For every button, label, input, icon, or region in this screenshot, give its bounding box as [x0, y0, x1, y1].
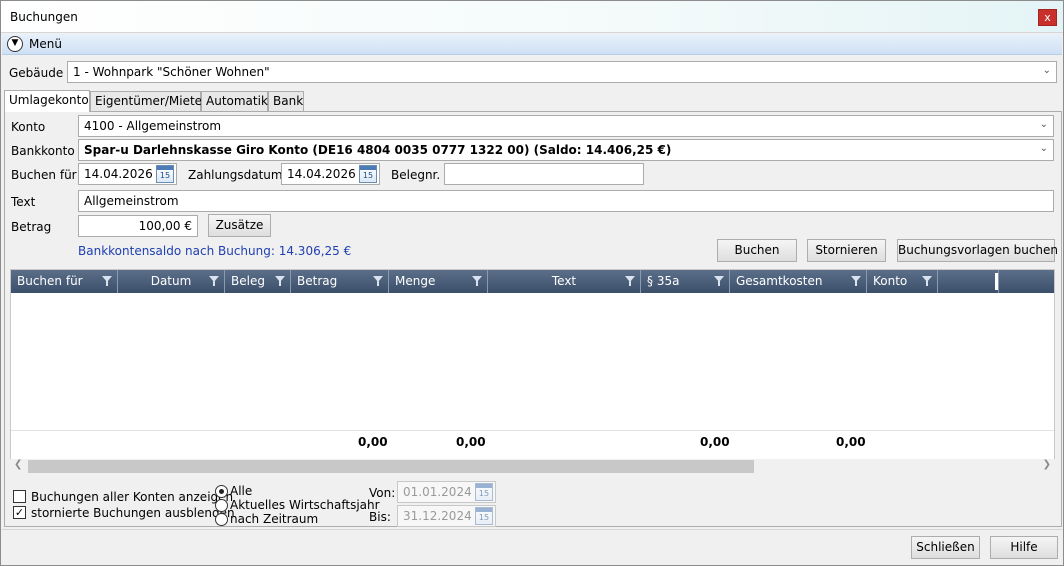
chevron-down-icon: ⌄ — [1039, 143, 1048, 154]
calendar-icon[interactable]: 15 — [156, 165, 174, 183]
title-bar: Buchungen x — [1, 1, 1063, 33]
tab-automatik[interactable]: Automatik — [201, 91, 268, 111]
radio-wirtschaftsjahr-label: Aktuelles Wirtschaftsjahr — [230, 498, 380, 512]
konto-select[interactable]: 4100 - Allgemeinstrom ⌄ — [78, 115, 1054, 137]
close-button[interactable]: x — [1038, 9, 1057, 26]
chevron-down-icon: ⌄ — [1039, 119, 1048, 130]
bis-value: 31.12.2024 — [403, 509, 472, 523]
bottom-bar — [2, 529, 1062, 565]
schliessen-button[interactable]: Schließen — [911, 536, 980, 559]
sum-betrag: 0,00 — [358, 435, 388, 449]
betrag-input[interactable]: 100,00 € — [78, 215, 198, 237]
calendar-icon[interactable]: 15 — [359, 165, 377, 183]
von-value: 01.01.2024 — [403, 485, 472, 499]
col-beleg[interactable]: Beleg — [225, 270, 291, 293]
zusaetze-button[interactable]: Zusätze — [208, 214, 271, 237]
col-buchen-fuer[interactable]: Buchen für — [11, 270, 118, 293]
konto-value: 4100 - Allgemeinstrom — [84, 119, 222, 133]
horizontal-scrollbar[interactable]: ❮ ❯ — [10, 459, 1055, 474]
radio-alle-label: Alle — [230, 484, 253, 498]
bankkonto-label: Bankkonto — [11, 144, 75, 158]
buchen-fuer-date[interactable]: 14.04.2026 15 — [78, 163, 177, 185]
bankkonto-select[interactable]: Spar-u Darlehnskasse Giro Konto (DE16 48… — [78, 139, 1054, 161]
filter-icon[interactable] — [625, 276, 635, 286]
belegnr-label: Belegnr. — [391, 168, 441, 182]
window-title: Buchungen — [10, 10, 78, 24]
saldo-text: Bankkontensaldo nach Buchung: 14.306,25 … — [78, 244, 352, 258]
filter-icon[interactable] — [102, 276, 112, 286]
alle-konten-label: Buchungen aller Konten anzeigen — [31, 490, 234, 504]
col-35a[interactable]: § 35a — [641, 270, 730, 293]
storniert-checkbox[interactable]: ✓ — [13, 506, 26, 519]
buchen-fuer-label: Buchen für — [11, 168, 77, 182]
bis-label: Bis: — [369, 510, 391, 524]
col-empty — [938, 270, 999, 293]
tab-bank[interactable]: Bank — [268, 91, 304, 111]
von-date[interactable]: 01.01.2024 15 — [397, 481, 496, 503]
von-label: Von: — [369, 486, 396, 500]
buchungsvorlagen-button[interactable]: Buchungsvorlagen buchen — [897, 239, 1058, 262]
buchungen-window: Buchungen x ▼ Menü Gebäude 1 - Wohnpark … — [0, 0, 1064, 566]
konto-label: Konto — [11, 120, 46, 134]
text-label: Text — [11, 195, 36, 209]
filter-icon[interactable] — [373, 276, 383, 286]
sum-menge: 0,00 — [456, 435, 486, 449]
col-betrag[interactable]: Betrag — [291, 270, 389, 293]
calendar-icon[interactable]: 15 — [475, 507, 493, 525]
radio-zeitraum-label: nach Zeitraum — [230, 512, 319, 526]
col-datum[interactable]: Datum — [118, 270, 225, 293]
stornieren-button[interactable]: Stornieren — [807, 239, 886, 262]
buchungen-grid[interactable]: Buchen für Datum Beleg Betrag Menge Text… — [10, 269, 1055, 460]
gebaeude-label: Gebäude — [9, 66, 64, 80]
gebaeude-select[interactable]: 1 - Wohnpark "Schöner Wohnen" ⌄ — [67, 61, 1057, 83]
filter-icon[interactable] — [472, 276, 482, 286]
zahlungsdatum-value: 14.04.2026 — [287, 167, 356, 181]
chevron-down-circle-icon[interactable]: ▼ — [7, 36, 23, 52]
belegnr-input[interactable] — [444, 163, 644, 185]
buchen-fuer-value: 14.04.2026 — [84, 167, 153, 181]
alle-konten-checkbox[interactable] — [13, 490, 26, 503]
filter-icon[interactable] — [209, 276, 219, 286]
hilfe-button[interactable]: Hilfe — [990, 536, 1058, 559]
menu-label[interactable]: Menü — [29, 37, 62, 51]
col-gesamtkosten[interactable]: Gesamtkosten — [730, 270, 867, 293]
col-menge[interactable]: Menge — [389, 270, 488, 293]
buchen-button[interactable]: Buchen — [717, 239, 797, 262]
tab-umlagekonto[interactable]: Umlagekonto — [4, 90, 90, 112]
zahlungsdatum-date[interactable]: 14.04.2026 15 — [281, 163, 380, 185]
scrollbar-thumb[interactable] — [28, 460, 754, 473]
filter-icon[interactable] — [851, 276, 861, 286]
column-resize-handle[interactable] — [995, 273, 998, 290]
sum-35a: 0,00 — [700, 435, 730, 449]
gebaeude-value: 1 - Wohnpark "Schöner Wohnen" — [73, 65, 270, 79]
filter-icon[interactable] — [275, 276, 285, 286]
zahlungsdatum-label: Zahlungsdatum — [188, 168, 283, 182]
bankkonto-value: Spar-u Darlehnskasse Giro Konto (DE16 48… — [84, 143, 672, 157]
grid-summary-row: 0,00 0,00 0,00 0,00 — [11, 430, 1054, 452]
chevron-right-icon[interactable]: ❯ — [1043, 459, 1051, 470]
bis-date[interactable]: 31.12.2024 15 — [397, 505, 496, 527]
radio-wirtschaftsjahr[interactable] — [215, 499, 228, 512]
text-input[interactable]: Allgemeinstrom — [78, 190, 1054, 212]
betrag-label: Betrag — [11, 220, 52, 234]
chevron-left-icon[interactable]: ❮ — [14, 459, 22, 470]
col-text[interactable]: Text — [488, 270, 641, 293]
menu-bar[interactable]: ▼ Menü — [2, 34, 1062, 55]
radio-zeitraum[interactable] — [215, 513, 228, 526]
filter-icon[interactable] — [922, 276, 932, 286]
calendar-icon[interactable]: 15 — [475, 483, 493, 501]
filter-icon[interactable] — [714, 276, 724, 286]
chevron-down-icon: ⌄ — [1042, 65, 1051, 76]
col-konto[interactable]: Konto — [867, 270, 938, 293]
grid-header: Buchen für Datum Beleg Betrag Menge Text… — [11, 270, 1054, 293]
tab-eigentuemer-mieter[interactable]: Eigentümer/Mieter — [90, 91, 207, 111]
radio-alle[interactable] — [215, 485, 228, 498]
storniert-label: stornierte Buchungen ausblenden — [31, 506, 235, 520]
sum-gesamtkosten: 0,00 — [836, 435, 866, 449]
